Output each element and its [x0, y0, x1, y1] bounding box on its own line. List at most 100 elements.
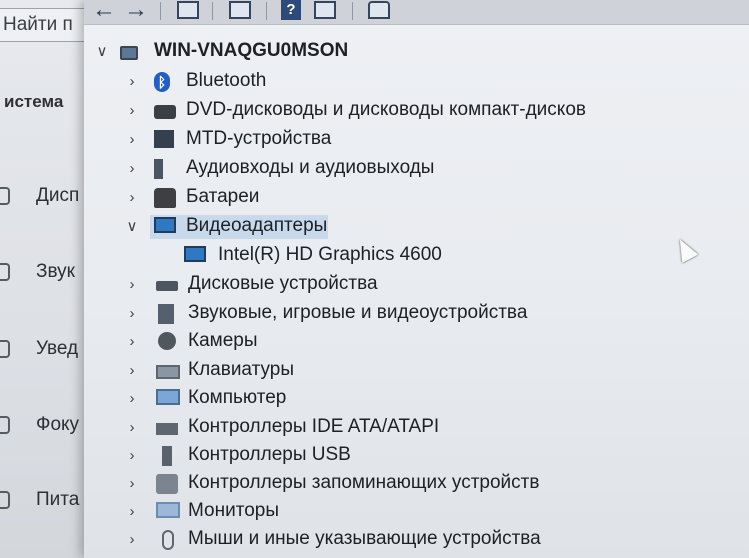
settings-item-focus[interactable]: Фоку [0, 412, 92, 442]
properties-button[interactable] [176, 0, 200, 20]
tree-root[interactable]: ∨ WIN-VNAQGU0MSON [84, 38, 684, 66]
toolbar-separator [212, 2, 213, 20]
tree-item-label: Intel(R) HD Graphics 4600 [218, 244, 442, 265]
settings-item-label: Фоку [36, 414, 80, 435]
chevron-right-icon[interactable]: › [124, 532, 140, 548]
tree-item-label: Компьютер [188, 387, 287, 408]
chevron-right-icon[interactable]: › [124, 74, 140, 90]
device-manager-window: ← → ? ∨ WIN-VNAQGU0MSON › ᛒ Bluetooth › … [84, 0, 749, 558]
show-hidden-button[interactable] [312, 0, 338, 20]
notifications-icon [0, 340, 10, 358]
tree-item-audio-io[interactable]: › Аудиовходы и аудиовыходы [84, 155, 684, 183]
forward-icon[interactable]: → [124, 0, 148, 22]
tree-item-label: Аудиовходы и аудиовыходы [186, 157, 435, 178]
ide-controller-icon [156, 423, 178, 435]
chevron-right-icon[interactable]: › [124, 132, 140, 148]
tree-item-batteries[interactable]: › Батареи [84, 184, 684, 212]
update-driver-icon [229, 1, 251, 19]
show-hidden-icon [314, 1, 336, 19]
sound-icon [0, 263, 10, 281]
chevron-right-icon[interactable]: › [124, 334, 140, 350]
chevron-right-icon[interactable]: › [124, 476, 140, 492]
scan-hardware-icon [368, 1, 390, 19]
chevron-right-icon[interactable]: › [124, 190, 140, 206]
chevron-right-icon[interactable]: › [124, 448, 140, 464]
computer-icon [120, 46, 138, 60]
settings-item-notifications[interactable]: Увед [0, 336, 92, 366]
tree-item-label: Мыши и иные указывающие устройства [188, 528, 541, 549]
chevron-right-icon[interactable]: › [124, 161, 140, 177]
scan-hardware-button[interactable] [366, 0, 392, 20]
power-icon [0, 491, 10, 509]
chevron-right-icon[interactable]: › [124, 363, 140, 379]
camera-icon [158, 332, 176, 350]
tree-item-label: Дисковые устройства [188, 273, 378, 294]
mtd-device-icon [154, 130, 174, 148]
monitor-icon [156, 502, 180, 518]
keyboard-icon [156, 365, 180, 379]
tree-item-label: Звуковые, игровые и видеоустройства [188, 302, 528, 323]
tree-item-mtd[interactable]: › MTD-устройства [84, 126, 684, 154]
mouse-icon [162, 530, 174, 550]
tree-item-label: DVD-дисководы и дисководы компакт-дисков [186, 99, 586, 120]
tree-item-display-adapters[interactable]: ∨ Видеоадаптеры [84, 213, 684, 241]
chevron-right-icon[interactable]: › [124, 103, 140, 119]
tree-item-label: Камеры [188, 330, 258, 351]
display-icon [0, 187, 10, 205]
tree-item-computer[interactable]: › Компьютер [84, 385, 684, 413]
search-input[interactable]: Найти п [0, 8, 92, 42]
tree-item-monitors[interactable]: › Мониторы [84, 498, 684, 526]
audio-io-icon [154, 159, 176, 179]
tree-item-dvd[interactable]: › DVD-дисководы и дисководы компакт-диск… [84, 97, 684, 125]
chevron-right-icon[interactable]: › [124, 277, 140, 293]
toolbar: ← → ? [84, 0, 749, 25]
settings-item-label: Пита [36, 489, 80, 510]
chevron-right-icon[interactable]: › [124, 391, 140, 407]
computer-name: WIN-VNAQGU0MSON [154, 40, 349, 61]
tree-item-sound-devices[interactable]: › Звуковые, игровые и видеоустройства [84, 300, 684, 328]
tree-item-usb-controllers[interactable]: › Контроллеры USB [84, 442, 684, 470]
tree-item-label: Батареи [186, 186, 260, 207]
chevron-right-icon[interactable]: › [124, 420, 140, 436]
tree-item-label: Контроллеры USB [188, 444, 351, 465]
settings-item-label: Увед [36, 338, 79, 359]
help-icon: ? [281, 0, 301, 20]
disk-drive-icon [156, 281, 178, 291]
chevron-down-icon[interactable]: ∨ [124, 219, 140, 235]
tree-item-label: Контроллеры IDE ATA/ATAPI [188, 416, 440, 437]
display-adapter-icon [154, 217, 176, 233]
settings-item-label: Дисп [36, 185, 80, 206]
settings-window: Найти п истема Дисп Звук Увед Фоку Пита [0, 0, 92, 558]
computer-icon [156, 389, 180, 405]
dvd-drive-icon [154, 105, 176, 119]
chevron-down-icon[interactable]: ∨ [94, 44, 110, 60]
tree-item-disk-drives[interactable]: › Дисковые устройства [84, 271, 684, 299]
toolbar-separator [266, 2, 267, 20]
help-button[interactable]: ? [280, 0, 302, 20]
settings-item-label: Звук [36, 261, 75, 282]
settings-item-display[interactable]: Дисп [0, 183, 92, 213]
bluetooth-icon: ᛒ [154, 72, 170, 92]
settings-item-power[interactable]: Пита [0, 487, 92, 517]
tree-item-mice[interactable]: › Мыши и иные указывающие устройства [84, 526, 684, 554]
tree-item-storage-controllers[interactable]: › Контроллеры запоминающих устройств [84, 470, 684, 498]
tree-item-ide-controllers[interactable]: › Контроллеры IDE ATA/ATAPI [84, 414, 684, 442]
tree-item-keyboards[interactable]: › Клавиатуры [84, 357, 684, 385]
tree-item-label: Клавиатуры [188, 359, 295, 380]
tree-item-label: Контроллеры запоминающих устройств [188, 472, 540, 493]
back-icon[interactable]: ← [92, 0, 116, 22]
toolbar-separator [352, 2, 353, 20]
tree-item-label: Мониторы [188, 500, 279, 521]
tree-item-cameras[interactable]: › Камеры [84, 328, 684, 356]
toolbar-separator [160, 2, 161, 20]
usb-icon [162, 446, 172, 466]
update-driver-button[interactable] [228, 0, 252, 20]
focus-icon [0, 416, 10, 434]
tree-item-bluetooth[interactable]: › ᛒ Bluetooth [84, 68, 684, 96]
settings-item-sound[interactable]: Звук [0, 259, 92, 289]
display-adapter-icon [184, 246, 206, 262]
tree-item-intel-hd-graphics[interactable]: Intel(R) HD Graphics 4600 [84, 242, 684, 270]
speaker-icon [158, 304, 174, 324]
chevron-right-icon[interactable]: › [124, 504, 140, 520]
chevron-right-icon[interactable]: › [124, 306, 140, 322]
